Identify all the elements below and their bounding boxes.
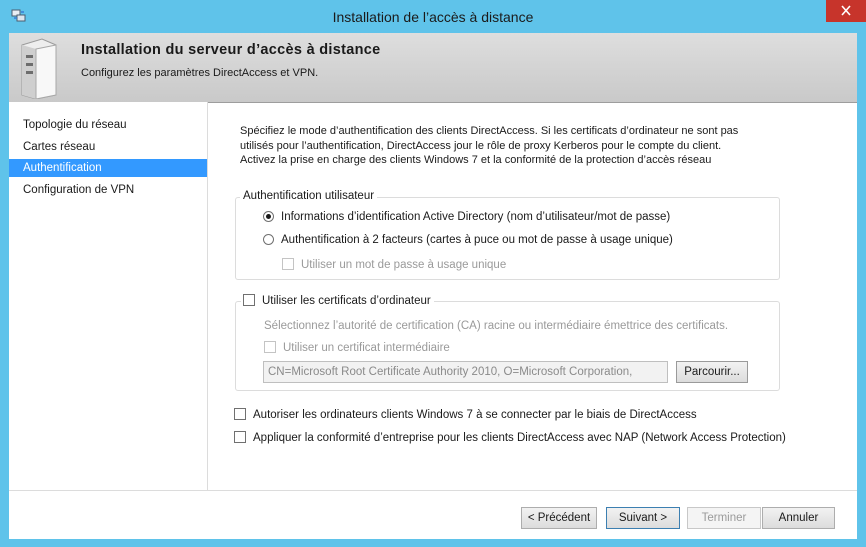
close-icon	[841, 5, 851, 16]
radio-button-selected[interactable]	[263, 211, 274, 222]
previous-button[interactable]: < Précédent	[521, 507, 597, 529]
dialog-client-area: Installation du serveur d’accès à distan…	[9, 33, 857, 539]
intermediate-cert-label: Utiliser un certificat intermédiaire	[283, 342, 450, 354]
radio-two-factor[interactable]: Authentification à 2 facteurs (cartes à …	[263, 232, 673, 248]
nap-checkbox[interactable]: Appliquer la conformité d’entreprise pou…	[234, 430, 786, 446]
server-icon	[21, 38, 57, 99]
nav-item-network-cards[interactable]: Cartes réseau	[9, 138, 207, 156]
page-title: Installation du serveur d’accès à distan…	[81, 42, 381, 58]
checkbox[interactable]	[264, 341, 276, 353]
intro-line: Spécifiez le mode d’authentification des…	[240, 125, 739, 137]
cancel-button[interactable]: Annuler	[762, 507, 835, 529]
nav-item-authentication[interactable]: Authentification	[9, 159, 207, 177]
radio-2fa-label: Authentification à 2 facteurs (cartes à …	[281, 234, 673, 246]
checkbox[interactable]	[282, 258, 294, 270]
title-bar[interactable]: Installation de l’accès à distance	[0, 0, 866, 33]
main-content: Spécifiez le mode d’authentification des…	[208, 102, 857, 490]
header-banner: Installation du serveur d’accès à distan…	[9, 33, 857, 103]
checkbox[interactable]	[243, 294, 255, 306]
win7-clients-label: Autoriser les ordinateurs clients Window…	[253, 409, 697, 421]
page-subtitle: Configurez les paramètres DirectAccess e…	[81, 67, 319, 79]
checkbox[interactable]	[234, 431, 246, 443]
browse-button[interactable]: Parcourir...	[676, 361, 748, 383]
otp-label: Utiliser un mot de passe à usage unique	[301, 259, 507, 271]
ca-hint-text: Sélectionnez l’autorité de certification…	[264, 320, 729, 332]
radio-ad-label: Informations d’identification Active Dir…	[281, 211, 671, 223]
checkbox[interactable]	[234, 408, 246, 420]
win7-clients-checkbox[interactable]: Autoriser les ordinateurs clients Window…	[234, 407, 697, 423]
otp-checkbox[interactable]: Utiliser un mot de passe à usage unique	[282, 257, 506, 273]
window-title: Installation de l’accès à distance	[332, 9, 534, 25]
user-auth-legend: Authentification utilisateur	[240, 190, 378, 202]
use-certificates-label: Utiliser les certificats d’ordinateur	[262, 295, 431, 307]
wizard-footer: < Précédent Suivant > Terminer Annuler	[9, 490, 857, 539]
intermediate-cert-checkbox[interactable]: Utiliser un certificat intermédiaire	[264, 340, 450, 356]
nav-item-vpn-config[interactable]: Configuration de VPN	[9, 181, 207, 199]
wizard-nav: Topologie du réseau Cartes réseau Authen…	[9, 102, 208, 490]
finish-button[interactable]: Terminer	[687, 507, 761, 529]
ca-name-field[interactable]: CN=Microsoft Root Certificate Authority …	[263, 361, 668, 383]
nav-item-topology[interactable]: Topologie du réseau	[9, 116, 207, 134]
dialog-window: Installation de l’accès à distance Insta…	[0, 0, 866, 547]
intro-line: Activez la prise en charge des clients W…	[240, 154, 712, 166]
next-button[interactable]: Suivant >	[606, 507, 680, 529]
intro-text: Spécifiez le mode d’authentification des…	[240, 124, 800, 168]
close-button[interactable]	[826, 0, 866, 22]
nap-label: Appliquer la conformité d’entreprise pou…	[253, 432, 786, 444]
radio-ad-credentials[interactable]: Informations d’identification Active Dir…	[263, 209, 670, 225]
intro-line: utilisés pour l’authentification, Direct…	[240, 139, 722, 152]
radio-button[interactable]	[263, 234, 274, 245]
use-certificates-checkbox[interactable]: Utiliser les certificats d’ordinateur	[241, 293, 434, 309]
